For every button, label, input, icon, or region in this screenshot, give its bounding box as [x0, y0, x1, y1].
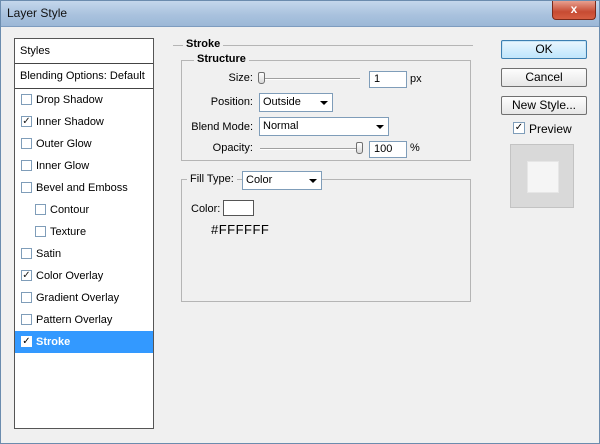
- style-checkbox[interactable]: [35, 226, 46, 237]
- opacity-slider-thumb[interactable]: [356, 142, 363, 154]
- opacity-label: Opacity:: [212, 142, 253, 154]
- size-input[interactable]: 1: [369, 71, 407, 88]
- style-item-outer-glow[interactable]: Outer Glow: [15, 133, 153, 155]
- close-button[interactable]: x: [552, 1, 596, 20]
- style-item-label: Gradient Overlay: [36, 292, 120, 304]
- style-item-pattern-overlay[interactable]: Pattern Overlay: [15, 309, 153, 331]
- blending-options-item[interactable]: Blending Options: Default: [15, 64, 153, 89]
- style-item-label: Texture: [50, 226, 87, 238]
- style-item-stroke[interactable]: ✓ Stroke: [15, 331, 153, 353]
- checkmark-icon: ✓: [514, 122, 524, 133]
- style-item-texture[interactable]: Texture: [15, 221, 153, 243]
- ok-button[interactable]: OK: [501, 40, 587, 59]
- styles-header[interactable]: Styles: [15, 39, 153, 64]
- size-slider-track[interactable]: [260, 78, 360, 80]
- style-preview-swatch: [510, 144, 574, 208]
- color-hex-text: #FFFFFF: [211, 222, 270, 237]
- close-icon: x: [570, 2, 578, 16]
- style-checkbox[interactable]: ✓: [21, 116, 32, 127]
- preview-label: Preview: [529, 122, 572, 136]
- style-item-label: Inner Glow: [36, 160, 90, 172]
- style-items: Drop Shadow ✓ Inner Shadow Outer Glow Inner …: [15, 89, 153, 353]
- style-item-inner-shadow[interactable]: ✓ Inner Shadow: [15, 111, 153, 133]
- style-item-label: Color Overlay: [36, 270, 104, 282]
- styles-list: Styles Blending Options: Default Drop Sh…: [14, 38, 154, 429]
- style-item-label: Pattern Overlay: [36, 314, 113, 326]
- blend-mode-label: Blend Mode:: [191, 121, 253, 133]
- style-checkbox[interactable]: [21, 292, 32, 303]
- style-item-label: Drop Shadow: [36, 94, 103, 106]
- fill-type-group: [181, 179, 471, 302]
- cancel-button[interactable]: Cancel: [501, 68, 587, 87]
- layer-style-dialog: Layer Style x Styles Blending Options: D…: [0, 0, 600, 444]
- style-checkbox[interactable]: [35, 204, 46, 215]
- style-item-satin[interactable]: Satin: [15, 243, 153, 265]
- style-item-bevel-and-emboss[interactable]: Bevel and Emboss: [15, 177, 153, 199]
- size-label: Size:: [228, 72, 253, 84]
- style-checkbox[interactable]: [21, 160, 32, 171]
- style-item-contour[interactable]: Contour: [15, 199, 153, 221]
- fill-type-label: Fill Type:: [187, 173, 237, 185]
- style-item-label: Satin: [36, 248, 62, 260]
- title-bar[interactable]: Layer Style x: [1, 1, 599, 27]
- position-select[interactable]: Outside: [259, 93, 333, 112]
- style-item-drop-shadow[interactable]: Drop Shadow: [15, 89, 153, 111]
- opacity-slider-track[interactable]: [260, 148, 360, 150]
- opacity-unit: %: [410, 142, 420, 154]
- color-swatch[interactable]: [223, 200, 254, 216]
- window-title: Layer Style: [7, 6, 68, 20]
- style-checkbox[interactable]: [21, 248, 32, 259]
- opacity-input[interactable]: 100: [369, 141, 407, 158]
- style-preview-inner: [527, 161, 559, 193]
- style-item-color-overlay[interactable]: ✓ Color Overlay: [15, 265, 153, 287]
- chevron-down-icon: [320, 101, 328, 105]
- style-item-inner-glow[interactable]: Inner Glow: [15, 155, 153, 177]
- stroke-title: Stroke: [183, 38, 224, 50]
- style-checkbox[interactable]: [21, 182, 32, 193]
- style-item-label: Stroke: [36, 336, 71, 348]
- style-checkbox[interactable]: [21, 94, 32, 105]
- style-checkbox[interactable]: ✓: [21, 336, 32, 347]
- style-item-label: Bevel and Emboss: [36, 182, 128, 194]
- blend-mode-value: Normal: [263, 120, 299, 132]
- structure-title: Structure: [194, 53, 249, 65]
- style-item-label: Outer Glow: [36, 138, 92, 150]
- chevron-down-icon: [309, 179, 317, 183]
- chevron-down-icon: [376, 125, 384, 129]
- style-checkbox[interactable]: ✓: [21, 270, 32, 281]
- size-slider-thumb[interactable]: [258, 72, 265, 84]
- preview-checkbox[interactable]: ✓: [513, 122, 525, 134]
- position-value: Outside: [263, 96, 301, 108]
- size-unit: px: [410, 73, 422, 85]
- style-item-label: Contour: [50, 204, 90, 216]
- style-item-label: Inner Shadow: [36, 116, 104, 128]
- blend-mode-select[interactable]: Normal: [259, 117, 389, 136]
- fill-type-select[interactable]: Color: [242, 171, 322, 190]
- style-item-gradient-overlay[interactable]: Gradient Overlay: [15, 287, 153, 309]
- style-checkbox[interactable]: [21, 314, 32, 325]
- fill-type-value: Color: [246, 174, 273, 186]
- position-label: Position:: [210, 96, 253, 108]
- color-label: Color:: [191, 203, 221, 215]
- new-style-button[interactable]: New Style...: [501, 96, 587, 115]
- style-checkbox[interactable]: [21, 138, 32, 149]
